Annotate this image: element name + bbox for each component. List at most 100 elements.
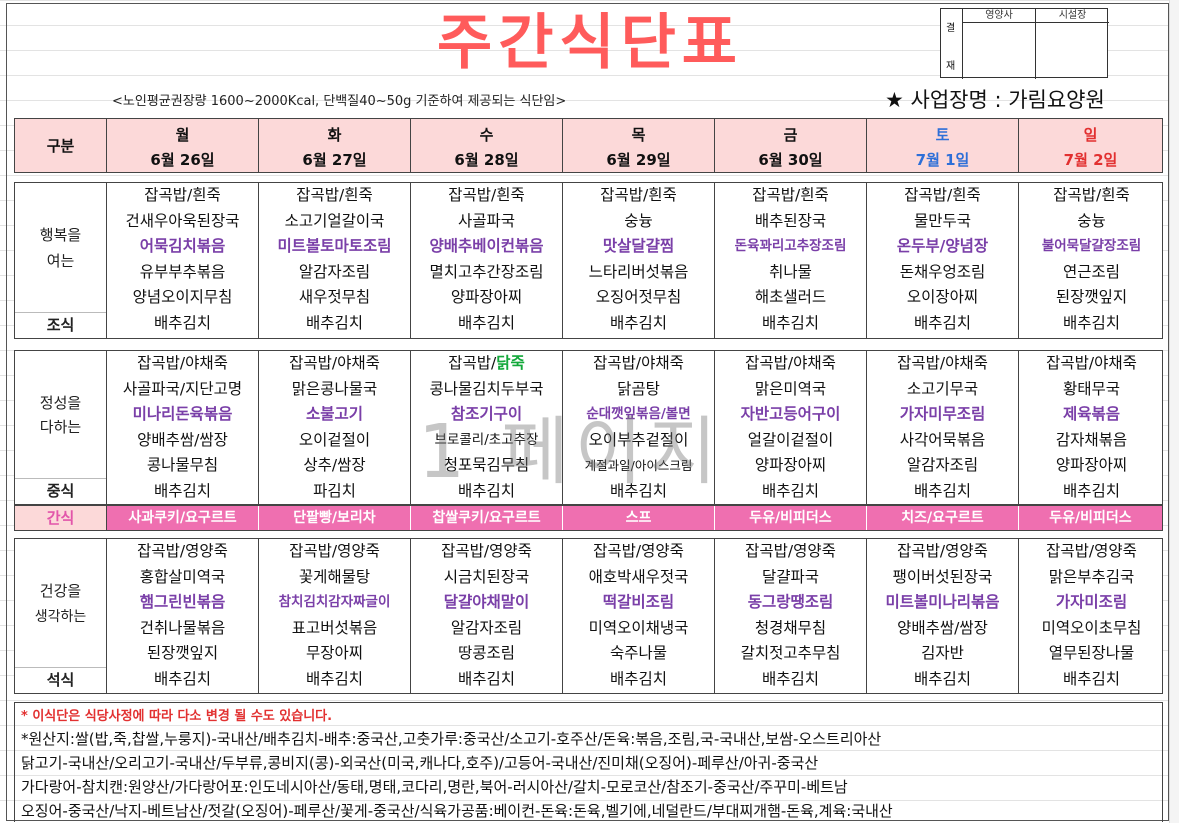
lunch-item: 참조기구이 xyxy=(450,405,523,423)
dinner-item: 열무된장나물 xyxy=(1048,644,1135,662)
lunch-item: 가자미무조림 xyxy=(899,405,986,423)
dinner-item: 청경채무침 xyxy=(754,618,827,637)
snack-thu: 스프 xyxy=(563,506,715,530)
dinner-col-wed: 잡곡밥/영양죽 시금치된장국 달걀야채말이 알감자조림 땅콩조림 배추김치 xyxy=(411,539,563,693)
breakfast-col-tue: 잡곡밥/흰죽 소고기얼갈이국 미트볼토마토조림 알감자조림 새우젓무침 배추김치 xyxy=(259,183,411,338)
approval-col-director: 시설장 xyxy=(1036,9,1109,79)
lunch-item: 제육볶음 xyxy=(1062,405,1121,423)
lunch-item: 순대깻잎볶음/볼면 xyxy=(586,406,691,422)
lunch-item: 콩나물무침 xyxy=(146,456,219,474)
header-day-fri: 금 6월 30일 xyxy=(714,118,867,173)
page-title: 주간식단표 xyxy=(437,8,743,78)
breakfast-item: 잡곡밥/흰죽 xyxy=(144,186,221,204)
lunch-col-wed: 잡곡밥/닭죽 콩나물김치두부국 참조기구이 브로콜리/초고추장 청포묵김무침 배추김치 xyxy=(411,351,563,504)
lunch-item-part: 잡곡밥/ xyxy=(448,354,497,372)
dinner-item: 배추김치 xyxy=(153,669,212,688)
dinner-item: 무장아찌 xyxy=(305,644,364,662)
breakfast-item: 돈채우엉조림 xyxy=(899,262,986,281)
dinner-item: 미역오이채냉국 xyxy=(588,618,689,637)
dinner-item: 양배추쌈/쌈장 xyxy=(897,618,988,637)
dinner-meal-label: 석식 xyxy=(15,667,106,693)
lunch-col-fri: 잡곡밥/야채죽 맑은미역국 자반고등어구이 얼갈이겉절이 양파장아찌 배추김치 xyxy=(715,351,867,504)
approval-side-char-1: 결 xyxy=(946,23,956,34)
breakfast-col-sat: 잡곡밥/흰죽 물만두국 온두부/양념장 돈채우엉조림 오이장아찌 배추김치 xyxy=(867,183,1019,338)
lunch-item: 배추김치 xyxy=(761,481,820,500)
snack-tue: 단팥빵/보리차 xyxy=(259,506,411,530)
dinner-col-fri: 잡곡밥/영양죽 달걀파국 동그랑땡조림 청경채무침 갈치젓고추무침 배추김치 xyxy=(715,539,867,693)
lunch-item: 배추김치 xyxy=(1062,481,1121,500)
breakfast-item: 배추김치 xyxy=(305,313,364,332)
lunch-item: 잡곡밥/야채죽 xyxy=(137,354,228,372)
lunch-item: 자반고등어구이 xyxy=(740,405,841,423)
origin-line-1: *원산지:쌀(밥,죽,찹쌀,누룽지)-국내산/배추김치-배추:중국산,고춧가루:… xyxy=(21,730,882,748)
lunch-item: 계절과일/아이스크림 xyxy=(584,458,693,473)
snack-wed: 찹쌀쿠키/요구르트 xyxy=(411,506,563,530)
lunch-item: 잡곡밥/닭죽 xyxy=(411,351,562,377)
lunch-item: 양배추쌈/쌈장 xyxy=(137,430,228,449)
breakfast-item: 배추김치 xyxy=(913,313,972,332)
dinner-item: 배추김치 xyxy=(609,669,668,688)
header-day-tue: 화 6월 27일 xyxy=(258,118,411,173)
header-day-wed: 수 6월 28일 xyxy=(410,118,563,173)
dinner-item: 시금치된장국 xyxy=(443,567,530,586)
breakfast-item: 잡곡밥/흰죽 xyxy=(752,186,829,204)
lunch-item: 상추/쌈장 xyxy=(303,456,366,474)
header-day-thu: 목 6월 29일 xyxy=(562,118,715,173)
dinner-item: 김자반 xyxy=(921,644,964,662)
approval-side-label: 결 재 xyxy=(941,9,963,79)
vertical-scrollbar[interactable] xyxy=(1169,0,1179,823)
dinner-item: 애호박새우젓국 xyxy=(588,567,689,586)
change-warning: * 이식단은 식당사정에 따라 다소 변경 될 수도 있습니다. xyxy=(21,709,333,724)
lunch-item: 배추김치 xyxy=(457,481,516,500)
dinner-item: 달걀파국 xyxy=(761,567,820,586)
dinner-item: 참치김치감자짜글이 xyxy=(278,594,391,610)
breakfast-item: 불어묵달걀장조림 xyxy=(1041,238,1142,254)
dinner-col-sat: 잡곡밥/영양죽 팽이버섯된장국 미트볼미나리볶음 양배추쌈/쌈장 김자반 배추김치 xyxy=(867,539,1019,693)
lunch-item: 사각어묵볶음 xyxy=(899,430,986,449)
lunch-item: 배추김치 xyxy=(153,481,212,500)
lunch-item: 알감자조림 xyxy=(906,456,979,474)
lunch-item: 잡곡밥/야채죽 xyxy=(289,354,380,372)
lunch-item: 양파장아찌 xyxy=(1055,456,1128,474)
breakfast-item: 양념오이지무침 xyxy=(132,288,233,306)
breakfast-block: 행복을 여는 조식 잡곡밥/흰죽 건새우아욱된장국 어묵김치볶음 유부부추볶음 양념오이… xyxy=(14,182,1163,339)
breakfast-item: 미트볼토마토조림 xyxy=(277,237,392,255)
breakfast-item: 배추된장국 xyxy=(754,211,827,230)
snack-mon: 사과쿠키/요구르트 xyxy=(107,506,259,530)
breakfast-col-wed: 잡곡밥/흰죽 사골파국 양배추베이컨볶음 멸치고추간장조림 양파장아찌 배추김치 xyxy=(411,183,563,338)
lunch-col-sun: 잡곡밥/야채죽 황태무국 제육볶음 감자채볶음 양파장아찌 배추김치 xyxy=(1019,351,1164,504)
business-name: ★ 사업장명 : 가림요양원 xyxy=(885,88,1105,112)
breakfast-label: 행복을 여는 조식 xyxy=(15,183,107,338)
dinner-item: 잡곡밥/영양죽 xyxy=(745,542,836,560)
dinner-item: 잡곡밥/영양죽 xyxy=(897,542,988,560)
lunch-item: 배추김치 xyxy=(609,481,668,500)
breakfast-item: 된장깻잎지 xyxy=(1055,288,1128,306)
breakfast-item: 느타리버섯볶음 xyxy=(588,262,689,281)
breakfast-item: 맛살달걀찜 xyxy=(602,237,675,255)
header-day-sun: 일 7월 2일 xyxy=(1018,118,1163,173)
breakfast-item: 오이장아찌 xyxy=(906,288,979,306)
approval-box: 결 재 영양사 시설장 xyxy=(940,8,1109,79)
dinner-item: 배추김치 xyxy=(305,669,364,688)
dinner-col-tue: 잡곡밥/영양죽 꽃게해물탕 참치김치감자짜글이 표고버섯볶음 무장아찌 배추김치 xyxy=(259,539,411,693)
lunch-item: 잡곡밥/야채죽 xyxy=(745,354,836,372)
lunch-item: 잡곡밥/야채죽 xyxy=(593,354,684,372)
breakfast-item: 잡곡밥/흰죽 xyxy=(1053,186,1130,204)
dinner-item: 땅콩조림 xyxy=(457,644,516,662)
header-day-sat: 토 7월 1일 xyxy=(866,118,1019,173)
dinner-item: 미역오이초무침 xyxy=(1041,618,1142,637)
approval-col-nutritionist: 영양사 xyxy=(963,9,1036,79)
lunch-item: 얼갈이겉절이 xyxy=(747,430,834,449)
lunch-item: 소불고기 xyxy=(305,405,364,423)
breakfast-item: 숭늉 xyxy=(1077,211,1106,230)
dinner-item: 숙주나물 xyxy=(609,644,668,662)
dinner-item: 햄그린빈볶음 xyxy=(139,593,226,611)
dinner-item: 배추김치 xyxy=(1062,669,1121,688)
breakfast-col-mon: 잡곡밥/흰죽 건새우아욱된장국 어묵김치볶음 유부부추볶음 양념오이지무침 배추김치 xyxy=(107,183,259,338)
lunch-item: 닭곰탕 xyxy=(617,379,660,398)
dinner-item: 가자미조림 xyxy=(1055,593,1128,611)
snack-sun: 두유/비피더스 xyxy=(1019,506,1162,530)
breakfast-item: 온두부/양념장 xyxy=(896,237,989,255)
dinner-item: 갈치젓고추무침 xyxy=(740,644,841,662)
lunch-col-sat: 잡곡밥/야채죽 소고기무국 가자미무조림 사각어묵볶음 알감자조림 배추김치 xyxy=(867,351,1019,504)
